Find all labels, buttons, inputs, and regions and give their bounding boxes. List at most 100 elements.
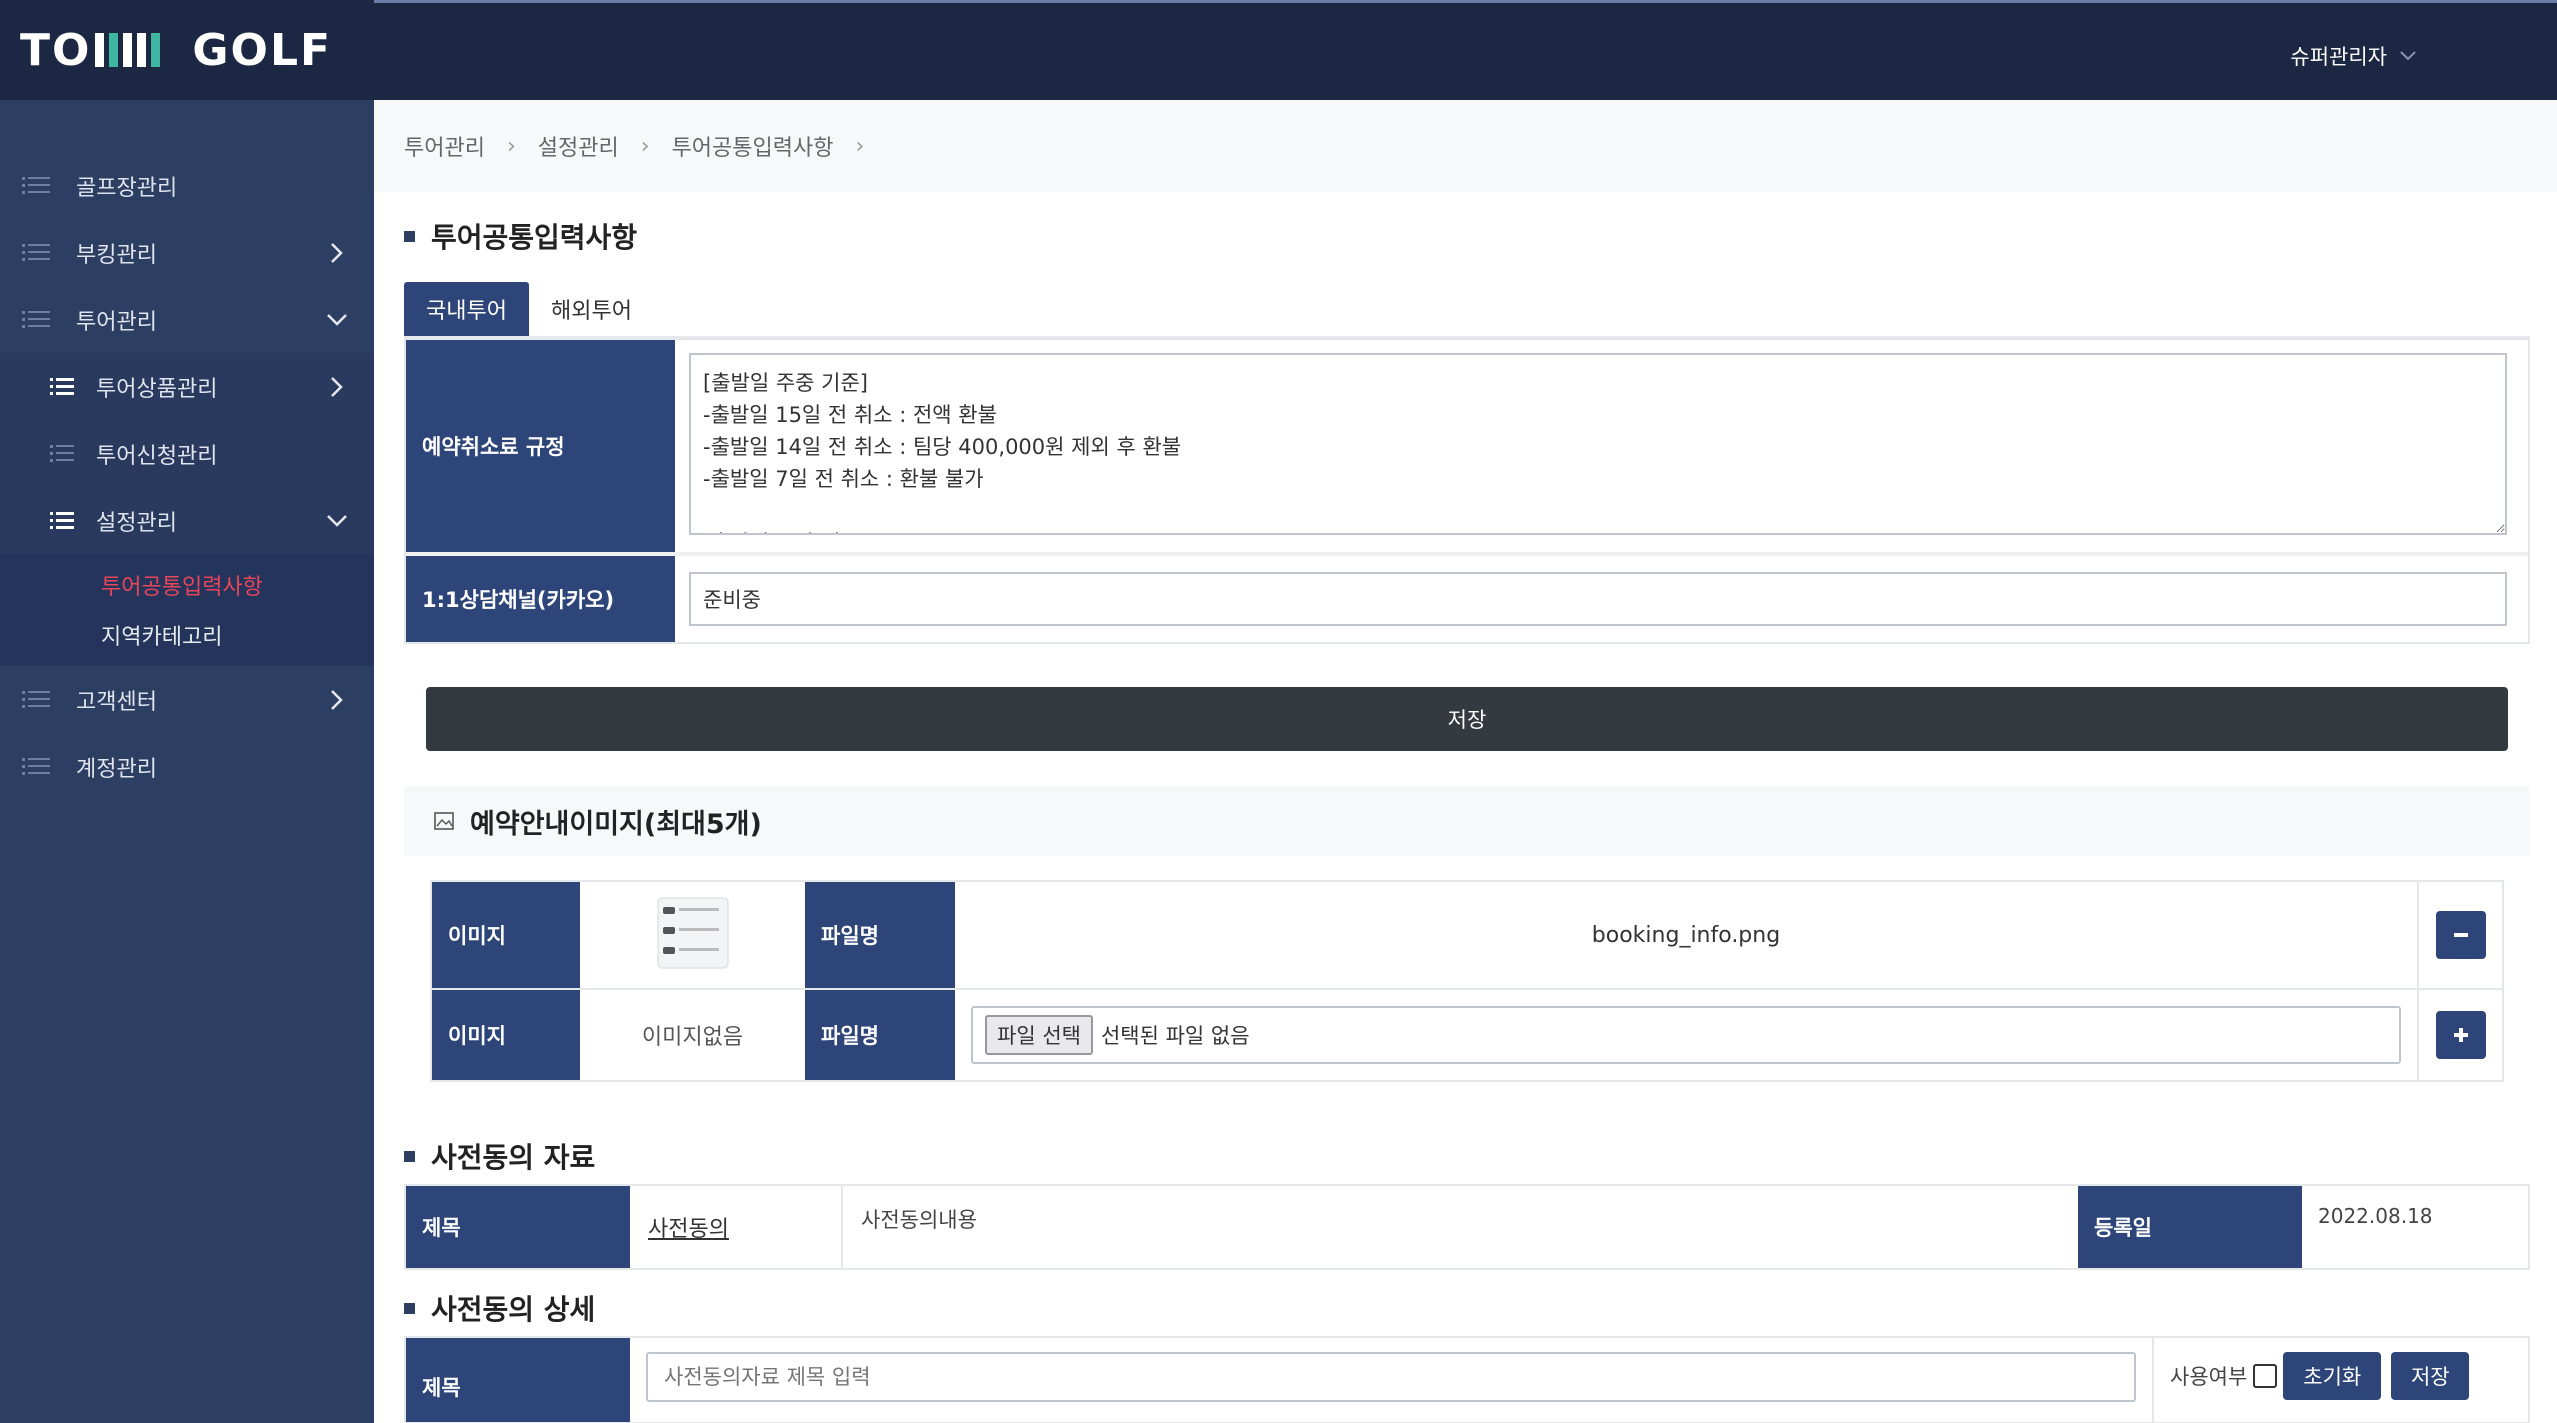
logo-mark bbox=[95, 33, 161, 67]
tab-domestic[interactable]: 국내투어 bbox=[404, 282, 529, 336]
add-image-button[interactable] bbox=[2435, 1011, 2486, 1059]
sidebar-item-region-category[interactable]: 지역카테고리 bbox=[0, 610, 374, 660]
list-icon bbox=[22, 310, 50, 328]
settings-submenu: 투어공통입력사항 지역카테고리 bbox=[0, 554, 374, 666]
use-checkbox[interactable] bbox=[2253, 1364, 2278, 1388]
logo[interactable]: TO GOLF bbox=[20, 25, 332, 76]
registered-date-label: 등록일 bbox=[2078, 1186, 2302, 1268]
list-icon bbox=[22, 690, 50, 708]
sidebar-item-settings[interactable]: 설정관리 bbox=[0, 487, 374, 554]
file-input[interactable]: 파일 선택 선택된 파일 없음 bbox=[971, 1006, 2401, 1064]
sidebar-item-golf-course[interactable]: 골프장관리 bbox=[0, 152, 374, 219]
logo-text-right: GOLF bbox=[192, 24, 333, 76]
page-title: 투어공통입력사항 bbox=[404, 216, 637, 256]
sidebar-item-label: 골프장관리 bbox=[76, 175, 178, 201]
sidebar-item-tour-application[interactable]: 투어신청관리 bbox=[0, 420, 374, 487]
reset-button[interactable]: 초기화 bbox=[2283, 1352, 2382, 1400]
consent-detail-title-label: 제목 bbox=[406, 1338, 630, 1422]
breadcrumb-item[interactable]: 투어공통입력사항 bbox=[672, 130, 834, 162]
chevron-right-icon: › bbox=[640, 133, 650, 159]
list-icon bbox=[50, 511, 74, 529]
sidebar-item-label: 지역카테고리 bbox=[101, 625, 223, 650]
sidebar-item-booking[interactable]: 부킹관리 bbox=[0, 219, 374, 286]
user-name: 슈퍼관리자 bbox=[2290, 45, 2387, 69]
list-icon bbox=[22, 176, 50, 194]
detail-save-button[interactable]: 저장 bbox=[2391, 1352, 2470, 1400]
sidebar-item-label: 계정관리 bbox=[76, 756, 157, 782]
consent-link[interactable]: 사전동의 bbox=[648, 1217, 729, 1242]
logo-text-left: TO bbox=[20, 24, 92, 76]
plus-icon bbox=[2453, 1028, 2468, 1042]
chevron-right-icon bbox=[331, 376, 343, 397]
sidebar-item-tour-common-input[interactable]: 투어공통입력사항 bbox=[0, 560, 374, 610]
chevron-down-icon bbox=[327, 514, 347, 527]
breadcrumb-item[interactable]: 설정관리 bbox=[538, 130, 619, 162]
sidebar-menu: 골프장관리 부킹관리 투어관리 투어상품관리 투어신청관리 설정관리 투어공통입… bbox=[0, 100, 374, 800]
use-label: 사용여부 bbox=[2170, 1365, 2248, 1389]
sidebar-item-label: 고객센터 bbox=[76, 689, 157, 715]
chevron-down-icon bbox=[327, 313, 347, 326]
sidebar: TO GOLF 골프장관리 부킹관리 투어관리 투어상품관리 투어신청관리 설정… bbox=[0, 0, 374, 1423]
list-icon bbox=[50, 377, 74, 395]
tab-overseas[interactable]: 해외투어 bbox=[529, 282, 654, 336]
top-bar: 슈퍼관리자 bbox=[374, 0, 2557, 100]
user-menu[interactable]: 슈퍼관리자 bbox=[2290, 41, 2417, 71]
no-file-text: 선택된 파일 없음 bbox=[1100, 1024, 1250, 1048]
main-content: 투어관리 › 설정관리 › 투어공통입력사항 › 투어공통입력사항 국내투어 해… bbox=[374, 100, 2557, 1423]
sidebar-item-tour-product[interactable]: 투어상품관리 bbox=[0, 353, 374, 420]
kakao-channel-input[interactable]: 준비중 bbox=[689, 572, 2507, 626]
sidebar-item-label: 설정관리 bbox=[96, 510, 177, 536]
sidebar-item-account[interactable]: 계정관리 bbox=[0, 733, 374, 800]
sidebar-item-label: 투어신청관리 bbox=[96, 443, 218, 469]
registered-date: 2022.08.18 bbox=[2302, 1186, 2528, 1268]
images-section-title: 예약안내이미지(최대5개) bbox=[470, 808, 762, 840]
images-section-header: 예약안내이미지(최대5개) bbox=[404, 786, 2530, 856]
tour-tabs: 국내투어 해외투어 bbox=[404, 282, 2530, 338]
common-input-form: 예약취소료 규정 [출발일 주중 기준] -출발일 15일 전 취소 : 전액 … bbox=[404, 338, 2530, 644]
image-thumbnail-cell bbox=[580, 882, 805, 988]
consent-section-title: 사전동의 자료 bbox=[404, 1136, 595, 1176]
filename-label: 파일명 bbox=[805, 882, 955, 988]
breadcrumb: 투어관리 › 설정관리 › 투어공통입력사항 › bbox=[374, 100, 2557, 192]
cancel-policy-label: 예약취소료 규정 bbox=[406, 340, 675, 552]
choose-file-button[interactable]: 파일 선택 bbox=[985, 1015, 1093, 1055]
sidebar-item-label: 투어공통입력사항 bbox=[101, 575, 263, 600]
image-thumbnail[interactable] bbox=[657, 897, 729, 969]
consent-detail-title-text: 사전동의 상세 bbox=[431, 1293, 596, 1326]
chevron-right-icon: › bbox=[506, 133, 516, 159]
sidebar-item-tour[interactable]: 투어관리 bbox=[0, 286, 374, 353]
kakao-channel-value: 준비중 bbox=[703, 588, 761, 612]
minus-icon bbox=[2453, 933, 2468, 937]
no-image-text: 이미지없음 bbox=[580, 990, 805, 1080]
sidebar-item-label: 부킹관리 bbox=[76, 242, 157, 268]
sidebar-item-customer-center[interactable]: 고객센터 bbox=[0, 666, 374, 733]
consent-table: 제목 사전동의 사전동의내용 등록일 2022.08.18 bbox=[404, 1184, 2530, 1270]
image-label: 이미지 bbox=[432, 990, 580, 1080]
image-label: 이미지 bbox=[432, 882, 580, 988]
filename-label: 파일명 bbox=[805, 990, 955, 1080]
page-title-text: 투어공통입력사항 bbox=[431, 221, 638, 254]
consent-title-label: 제목 bbox=[406, 1186, 630, 1268]
kakao-channel-label: 1:1상담채널(카카오) bbox=[406, 556, 675, 642]
chevron-right-icon: › bbox=[855, 133, 865, 159]
consent-title-input[interactable] bbox=[646, 1352, 2136, 1402]
consent-content: 사전동의내용 bbox=[842, 1186, 2078, 1268]
square-bullet-icon bbox=[404, 230, 415, 242]
consent-title-text: 사전동의 자료 bbox=[431, 1141, 596, 1174]
chevron-right-icon bbox=[331, 689, 343, 710]
filename-value: booking_info.png bbox=[955, 882, 2418, 988]
consent-detail-table: 제목 사용여부 초기화 저장 bbox=[404, 1336, 2530, 1423]
list-icon bbox=[22, 243, 50, 261]
save-button[interactable]: 저장 bbox=[426, 687, 2508, 751]
square-bullet-icon bbox=[404, 1302, 415, 1314]
cancel-policy-textarea[interactable]: [출발일 주중 기준] -출발일 15일 전 취소 : 전액 환불 -출발일 1… bbox=[689, 353, 2507, 535]
tour-submenu: 투어상품관리 투어신청관리 설정관리 투어공통입력사항 지역카테고리 bbox=[0, 353, 374, 666]
filename-text: booking_info.png bbox=[1591, 922, 1781, 948]
remove-image-button[interactable] bbox=[2435, 911, 2486, 959]
chevron-down-icon bbox=[2400, 51, 2416, 61]
logo-area: TO GOLF bbox=[0, 0, 374, 100]
breadcrumb-item[interactable]: 투어관리 bbox=[404, 130, 485, 162]
image-icon bbox=[434, 812, 454, 830]
images-table: 이미지 파일명 booking_info.png 이미지 이미지없음 파일명 파… bbox=[430, 880, 2504, 1082]
consent-detail-section-title: 사전동의 상세 bbox=[404, 1288, 595, 1328]
